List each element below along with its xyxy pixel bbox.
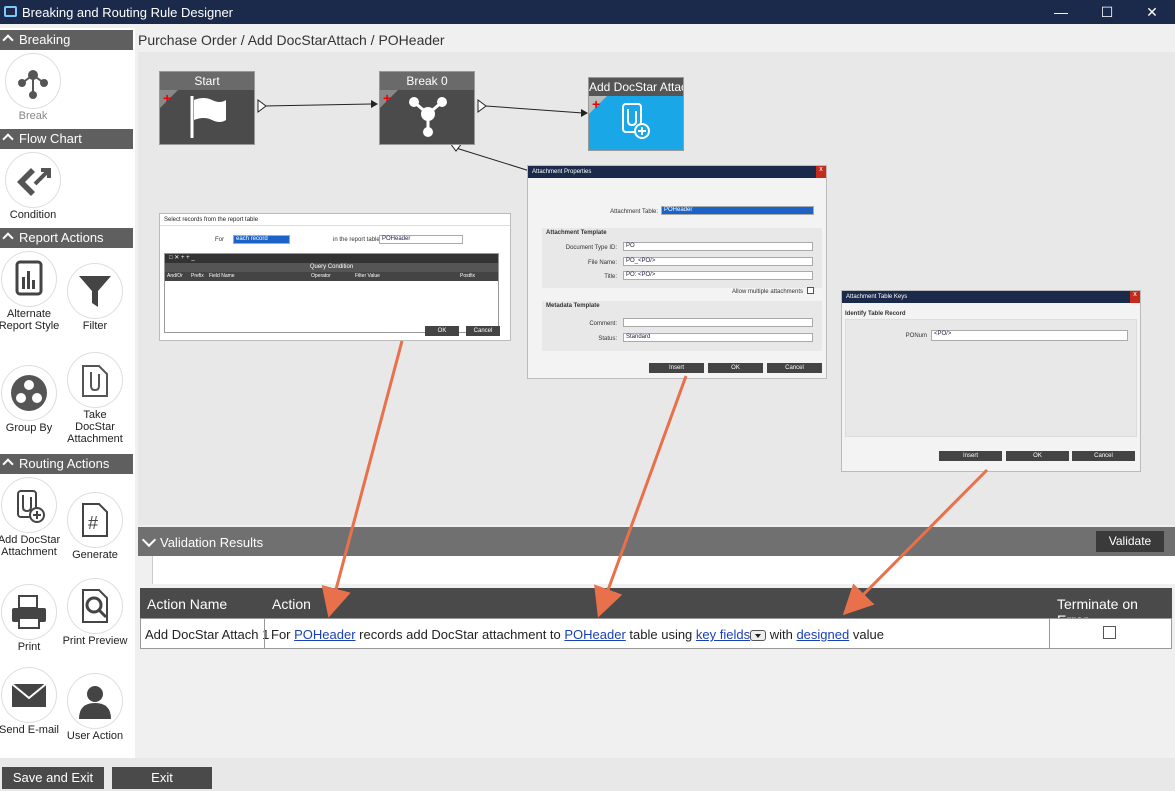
close-icon[interactable]: ✕ xyxy=(1129,0,1175,24)
action-description: For POHeader records add DocStar attachm… xyxy=(271,627,884,642)
select-ok-button[interactable]: OK xyxy=(425,326,459,336)
title-input[interactable]: PO: <PO/> xyxy=(623,271,813,280)
results-tab-strip xyxy=(152,556,1175,584)
flow-canvas[interactable]: Start + Break 0 + Add DocStar Attac + Se… xyxy=(138,52,1175,525)
breadcrumb: Purchase Order / Add DocStarAttach / POH… xyxy=(138,32,445,48)
window-title: Breaking and Routing Rule Designer xyxy=(22,5,234,20)
break-node-icon xyxy=(18,70,48,99)
results-area: Action Name Action Terminate on Error Ad… xyxy=(138,556,1175,756)
print-preview-icon xyxy=(82,589,108,623)
flow-node-break[interactable]: Break 0 + xyxy=(380,72,474,144)
toolbox-sidebar: Breaking Break Flow Chart Condition Repo… xyxy=(0,28,135,758)
comment-input[interactable] xyxy=(623,318,813,327)
app-icon xyxy=(4,6,17,17)
table-link[interactable]: POHeader xyxy=(294,627,355,642)
terminate-on-error-checkbox[interactable] xyxy=(1103,626,1116,639)
tool-generate[interactable]: # Generate xyxy=(62,493,128,561)
attach-cancel-button[interactable]: Cancel xyxy=(767,363,822,373)
document-type-input[interactable]: PO xyxy=(623,242,813,251)
tool-print-preview[interactable]: Print Preview xyxy=(62,579,128,647)
key-fields-link[interactable]: key fields xyxy=(696,627,750,642)
dropdown-icon[interactable] xyxy=(750,630,767,641)
break-node-icon xyxy=(409,97,447,137)
tool-take-docstar-attachment[interactable]: Take DocStar Attachment xyxy=(62,353,128,445)
minimize-icon[interactable]: — xyxy=(1038,0,1084,24)
envelope-icon xyxy=(11,683,47,707)
take-attachment-icon xyxy=(82,365,108,397)
user-icon xyxy=(79,686,111,719)
tool-filter[interactable]: Filter xyxy=(62,264,128,332)
tool-group-by[interactable]: Group By xyxy=(0,366,62,434)
svg-text:#: # xyxy=(88,513,98,533)
attachment-table-select[interactable]: POHeader xyxy=(661,206,814,215)
tool-user-action[interactable]: User Action xyxy=(62,674,128,742)
ponum-input[interactable]: <PO/> xyxy=(931,330,1128,341)
status-input[interactable]: Standard xyxy=(623,333,813,342)
report-style-icon xyxy=(15,260,43,296)
keys-insert-button[interactable]: Insert xyxy=(939,451,1002,461)
results-table: Action Name Action Terminate on Error Ad… xyxy=(140,588,1172,649)
attachment-properties-dialog: Attachment Properties x Attachment Table… xyxy=(527,165,827,379)
tool-add-docstar-attachment[interactable]: Add DocStar Attachment xyxy=(0,478,62,558)
file-name-input[interactable]: PO_<PO/> xyxy=(623,257,813,266)
tool-send-email[interactable]: Send E-mail xyxy=(0,668,62,736)
maximize-icon[interactable]: ☐ xyxy=(1084,0,1130,24)
close-icon[interactable]: x xyxy=(1130,291,1140,303)
select-records-dialog: Select records from the report table For… xyxy=(159,213,511,341)
section-routing-actions[interactable]: Routing Actions xyxy=(0,454,133,474)
keys-ok-button[interactable]: OK xyxy=(1006,451,1069,461)
tool-break[interactable]: Break xyxy=(0,54,66,122)
printer-icon xyxy=(12,595,46,629)
filter-icon xyxy=(79,276,111,307)
exit-button[interactable]: Exit xyxy=(112,767,212,789)
results-header: Action Name Action Terminate on Error xyxy=(140,588,1172,628)
add-attachment-icon xyxy=(17,490,45,523)
attachment-table-keys-dialog: Attachment Table Keys x Identify Table R… xyxy=(841,290,1141,472)
tool-condition[interactable]: Condition xyxy=(0,153,66,221)
add-attachment-icon xyxy=(622,103,650,139)
target-table-link[interactable]: POHeader xyxy=(564,627,625,642)
tool-print[interactable]: Print xyxy=(0,585,62,653)
generate-icon: # xyxy=(82,503,108,537)
validation-results-bar[interactable]: Validation Results Validate xyxy=(138,527,1175,556)
title-bar: Breaking and Routing Rule Designer — ☐ ✕ xyxy=(0,0,1175,24)
add-icon[interactable]: + xyxy=(383,91,391,105)
attach-ok-button[interactable]: OK xyxy=(708,363,763,373)
add-icon[interactable]: + xyxy=(163,91,171,105)
allow-multiple-checkbox[interactable] xyxy=(807,287,814,294)
condition-icon xyxy=(17,168,51,196)
designed-link[interactable]: designed xyxy=(796,627,849,642)
section-report-actions[interactable]: Report Actions xyxy=(0,228,133,248)
section-breaking[interactable]: Breaking xyxy=(0,30,133,50)
footer-bar: Save and Exit Exit xyxy=(0,758,1175,791)
section-flow-chart[interactable]: Flow Chart xyxy=(0,129,133,149)
keys-cancel-button[interactable]: Cancel xyxy=(1072,451,1135,461)
save-and-exit-button[interactable]: Save and Exit xyxy=(2,767,104,789)
flow-node-add-docstar[interactable]: Add DocStar Attac + xyxy=(589,78,683,150)
tool-alternate-report-style[interactable]: Alternate Report Style xyxy=(0,252,62,332)
flag-icon xyxy=(190,96,226,138)
select-cancel-button[interactable]: Cancel xyxy=(466,326,500,336)
add-icon[interactable]: + xyxy=(592,97,600,111)
for-select[interactable]: each record xyxy=(233,235,290,244)
validate-button[interactable]: Validate xyxy=(1096,531,1164,552)
close-icon[interactable]: x xyxy=(816,166,826,178)
table-row[interactable]: Add DocStar Attach 1 For POHeader record… xyxy=(140,618,1172,649)
attach-insert-button[interactable]: Insert xyxy=(649,363,704,373)
table-select[interactable]: POHeader xyxy=(379,235,463,244)
chevron-down-icon[interactable] xyxy=(141,532,157,548)
flow-node-start[interactable]: Start + xyxy=(160,72,254,144)
group-by-icon xyxy=(11,375,47,411)
